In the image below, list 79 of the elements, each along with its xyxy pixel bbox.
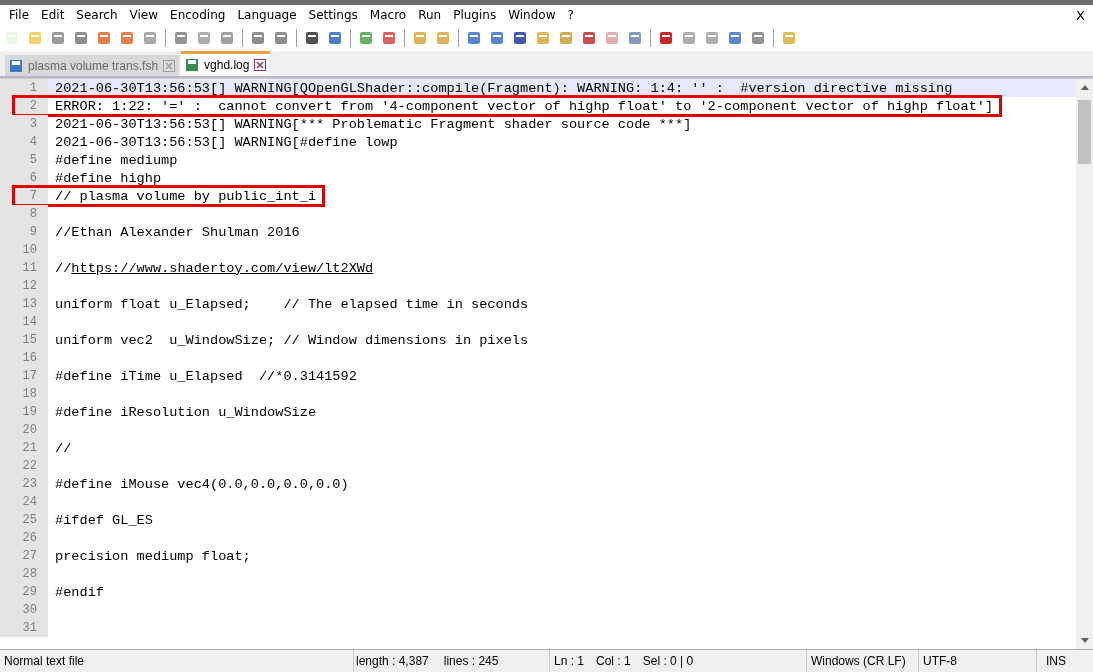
- line-number: 25: [0, 511, 48, 529]
- line-number: 28: [0, 565, 48, 583]
- line-number: 31: [0, 619, 48, 637]
- line-number: 22: [0, 457, 48, 475]
- code-text: 2021-06-30T13:56:53[] WARNING[#define lowp: [55, 134, 398, 150]
- code-text: //: [55, 440, 72, 456]
- menu-item[interactable]: View: [123, 8, 165, 22]
- code-text: precision mediump float;: [55, 548, 251, 564]
- code-text: #define highp: [55, 170, 162, 186]
- line-number: 6: [0, 169, 48, 187]
- code-text: //Ethan Alexander Shulman 2016: [55, 224, 300, 240]
- line-number: 19: [0, 403, 48, 421]
- code-text: #define iMouse vec4(0.0,0.0,0.0,0.0): [55, 476, 349, 492]
- line-number: 23: [0, 475, 48, 493]
- code-text: #ifdef GL_ES: [55, 512, 153, 528]
- tab-label: vghd.log: [204, 58, 250, 72]
- scroll-thumb[interactable]: [1078, 100, 1091, 164]
- column-label: Col : 1: [596, 654, 631, 668]
- code-text: 2021-06-30T13:56:53[] WARNING[QOpenGLShader::compile(Fragment): WARNING: 1:4: '' : #version directive missing: [55, 80, 953, 96]
- vertical-scrollbar[interactable]: [1076, 79, 1093, 649]
- menu-item[interactable]: Window: [502, 8, 562, 22]
- line-number: 21: [0, 439, 48, 457]
- line-number: 14: [0, 313, 48, 331]
- line-number: 26: [0, 529, 48, 547]
- code-text: // plasma volume by public_int_i: [55, 188, 317, 204]
- code-text: 2021-06-30T13:56:53[] WARNING[*** Problematic Fragment shader source code ***]: [55, 116, 692, 132]
- code-text: #define iTime u_Elapsed //*0.3141592: [55, 368, 357, 384]
- menu-item[interactable]: Language: [231, 8, 303, 22]
- line-number: 16: [0, 349, 48, 367]
- menu-item[interactable]: Macro: [363, 8, 413, 22]
- scroll-down-icon[interactable]: [1080, 638, 1089, 643]
- insert-mode-label: INS: [1045, 653, 1067, 670]
- menu-item[interactable]: File: [3, 8, 36, 22]
- code-text: ERROR: 1:22: '=' : cannot convert from '4-component vector of highp float' to '2-component vector of highp float']: [55, 98, 994, 114]
- line-number: 11: [0, 259, 48, 277]
- scroll-up-icon[interactable]: [1080, 85, 1089, 90]
- lines-label: lines : 245: [443, 654, 499, 668]
- menu-item[interactable]: Plugins: [447, 8, 503, 22]
- close-icon[interactable]: [254, 59, 267, 71]
- code-text: #define iResolution u_WindowSize: [55, 404, 317, 420]
- line-number: 10: [0, 241, 48, 259]
- length-label: length : 4,387: [356, 654, 429, 668]
- file-type-label: Normal text file: [0, 650, 354, 672]
- code-text: #endif: [55, 584, 104, 600]
- line-number: 8: [0, 205, 48, 223]
- encoding-label: UTF-8: [919, 650, 1037, 672]
- menu-item[interactable]: Edit: [35, 8, 71, 22]
- code-text: //: [55, 260, 72, 276]
- file-tab[interactable]: vghd.log: [181, 51, 271, 76]
- menu-item[interactable]: Search: [70, 8, 124, 22]
- line-number: 5: [0, 151, 48, 169]
- line-ending-label: Windows (CR LF): [807, 650, 919, 672]
- file-tab[interactable]: plasma volume trans.fsh: [5, 55, 180, 76]
- line-number: 3: [0, 115, 48, 133]
- line-number: 12: [0, 277, 48, 295]
- menu-item[interactable]: Encoding: [164, 8, 232, 22]
- line-number: 4: [0, 133, 48, 151]
- tab-label: plasma volume trans.fsh: [28, 58, 159, 73]
- code-text: #define mediump: [55, 152, 178, 168]
- line-number: 29: [0, 583, 48, 601]
- line-number: 20: [0, 421, 48, 439]
- line-number: 30: [0, 601, 48, 619]
- line-number: 18: [0, 385, 48, 403]
- menu-item[interactable]: ?: [561, 8, 580, 22]
- line-number: 15: [0, 331, 48, 349]
- code-text: uniform vec2 u_WindowSize; // Window dimensions in pixels: [55, 332, 529, 348]
- close-button[interactable]: X: [1070, 7, 1091, 23]
- menu-item[interactable]: Settings: [302, 8, 364, 22]
- line-number: 1: [0, 79, 48, 97]
- selection-label: Sel : 0 | 0: [642, 654, 694, 668]
- menu-item[interactable]: Run: [412, 8, 448, 22]
- url-link[interactable]: https://www.shadertoy.com/view/lt2XWd: [71, 260, 374, 276]
- code-text: uniform float u_Elapsed; // The elapsed time in seconds: [55, 296, 529, 312]
- line-number: 27: [0, 547, 48, 565]
- line-number: 24: [0, 493, 48, 511]
- line-number: 17: [0, 367, 48, 385]
- line-position-label: Ln : 1: [554, 654, 585, 668]
- line-number: 9: [0, 223, 48, 241]
- line-number: 13: [0, 295, 48, 313]
